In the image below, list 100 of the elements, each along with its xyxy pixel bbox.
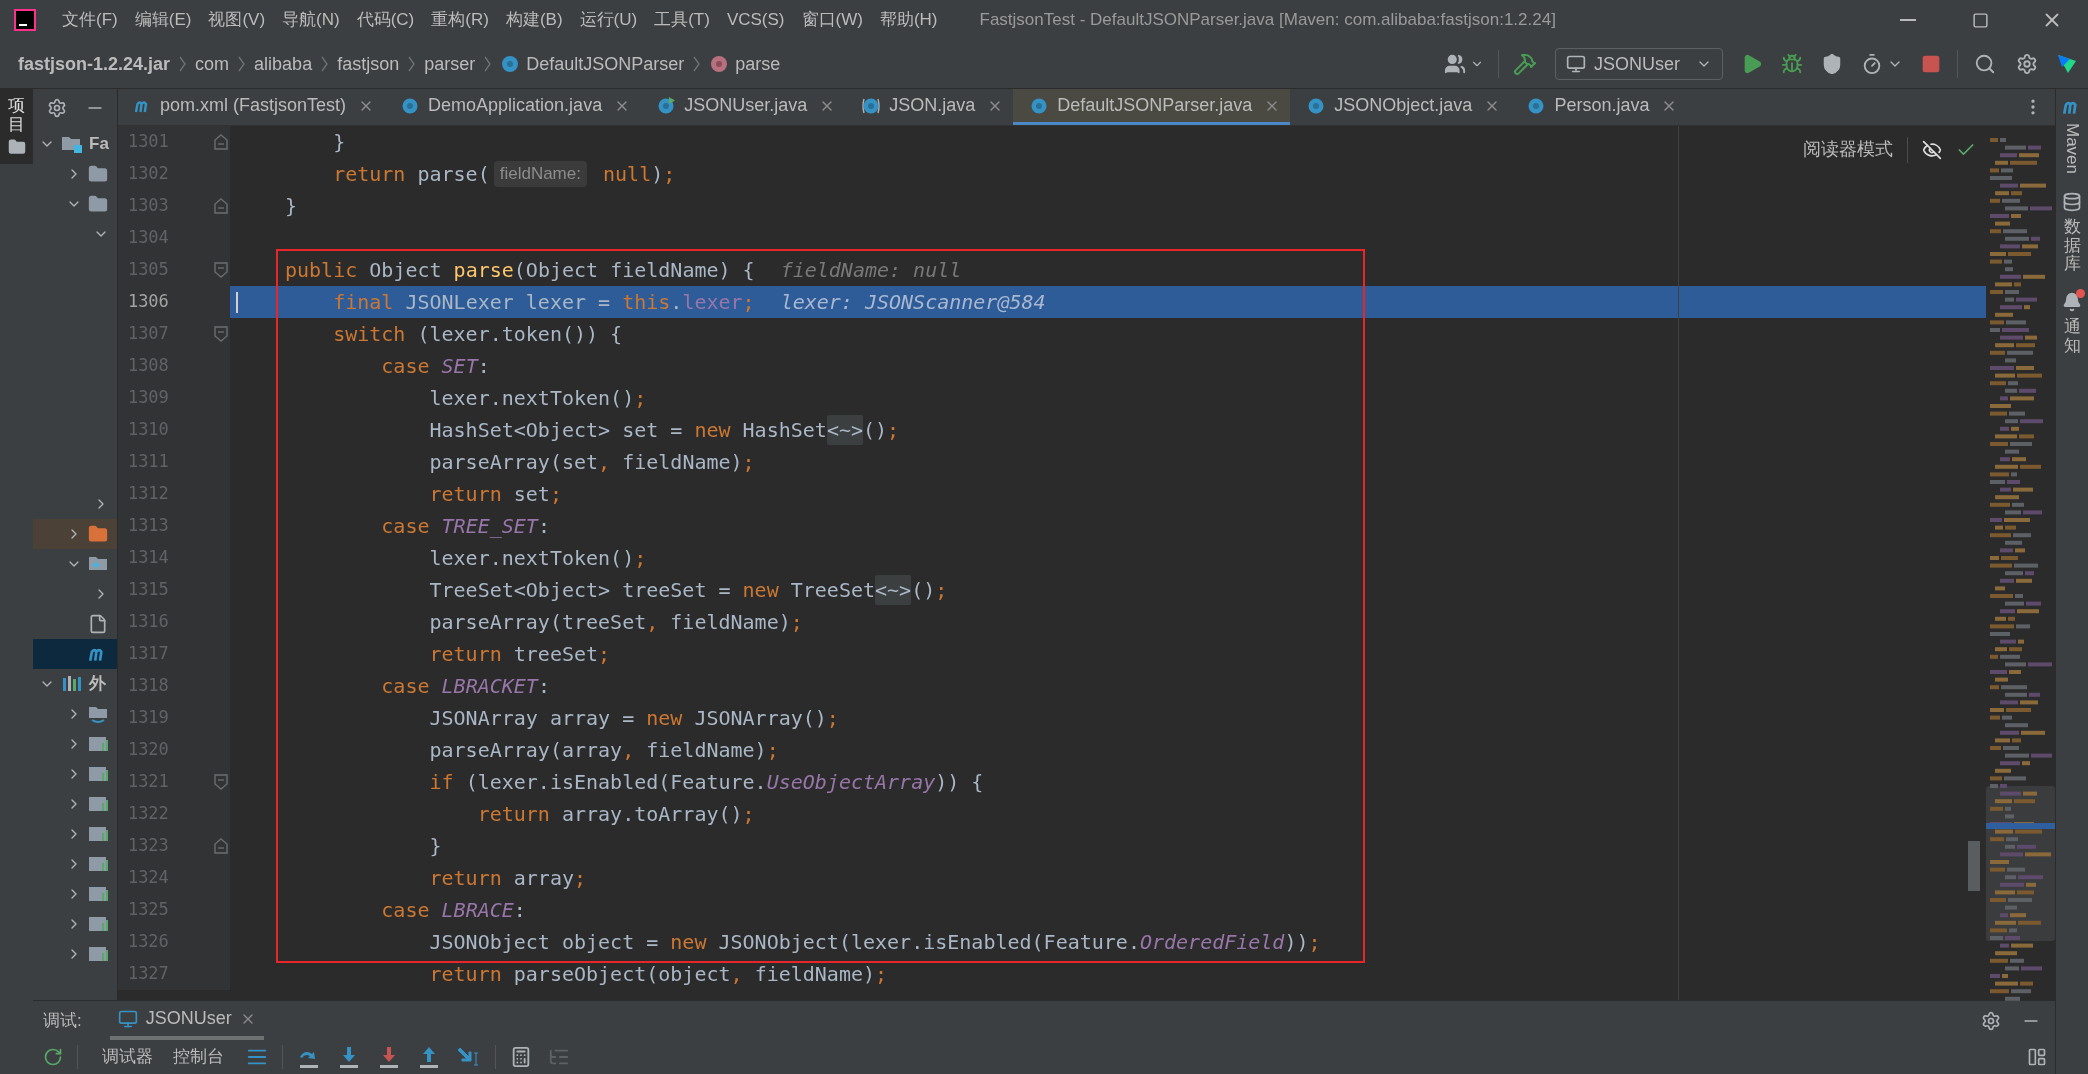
code-text: ();	[911, 577, 948, 604]
coverage-icon[interactable]	[1821, 53, 1843, 75]
window-icon	[1566, 54, 1586, 74]
code-text: return parseObject(object, fieldName);	[428, 961, 888, 988]
maximize-icon	[1971, 11, 1989, 29]
module-folder-icon	[61, 134, 83, 154]
debug-session-tab[interactable]: JSONUser	[109, 1001, 264, 1041]
window-title: FastjsonTest - DefaultJSONParser.java [Maven: com.alibaba:fastjson:1.2.24]	[979, 9, 1556, 32]
breadcrumb-item[interactable]: parse	[735, 50, 781, 78]
calculator-icon[interactable]	[510, 1046, 532, 1069]
folded-region[interactable]: <~>	[826, 415, 863, 445]
settings-icon[interactable]	[2016, 53, 2038, 75]
file-icon	[88, 614, 108, 634]
menu-item[interactable]: 代码(C)	[356, 7, 415, 33]
product-logo-icon[interactable]	[2056, 53, 2078, 75]
code-text: }	[428, 833, 442, 860]
code-text: parseArray(treeSet, fieldName);	[428, 609, 803, 636]
menu-item[interactable]: VCS(S)	[726, 7, 785, 33]
breadcrumb-separator-icon	[693, 56, 701, 72]
tree-item[interactable]: Fa	[33, 129, 117, 159]
fold-marker-icon[interactable]	[213, 774, 228, 790]
editor-tab[interactable]: DemoApplication.java	[384, 89, 641, 125]
breadcrumb-item[interactable]: alibaba	[254, 50, 313, 78]
code-text: return array;	[428, 865, 587, 892]
fold-marker-icon[interactable]	[213, 262, 228, 278]
jar-icon	[88, 794, 110, 814]
window-icon	[117, 1008, 138, 1029]
debug-value: fieldName: null	[780, 257, 962, 284]
editor-tab[interactable]: DefaultJSONParser.java	[1013, 89, 1291, 125]
folder-icon	[7, 138, 26, 157]
menu-item[interactable]: 工具(T)	[654, 7, 710, 33]
tool-window-tab[interactable]: Maven	[2059, 123, 2085, 175]
breadcrumb-item[interactable]: parser	[424, 50, 476, 78]
force-step-into-icon[interactable]	[377, 1045, 401, 1070]
tree-item[interactable]	[33, 519, 117, 549]
code-text: lexer.nextToken();	[428, 385, 647, 412]
library-icon	[61, 674, 83, 694]
breadcrumb-item[interactable]: DefaultJSONParser	[526, 50, 685, 78]
code-text: switch (lexer.token()) {	[332, 321, 623, 348]
breadcrumb-item[interactable]: fastjson-1.2.24.jar	[18, 50, 171, 78]
jar-icon	[88, 764, 110, 784]
stop-icon[interactable]	[1921, 54, 1941, 74]
editor-tab[interactable]: pom.xml (FastjsonTest)	[118, 89, 385, 125]
debug-tab[interactable]: 调试器	[92, 1044, 163, 1070]
step-into-icon[interactable]	[337, 1045, 361, 1070]
hammer-icon[interactable]	[1513, 52, 1537, 76]
scrollbar-thumb[interactable]	[1968, 841, 1980, 891]
editor-tab[interactable]: JSON.java	[845, 89, 1014, 125]
menu-item[interactable]: 导航(N)	[282, 7, 340, 33]
code-text: lexer.nextToken();	[428, 545, 647, 572]
code-text: if (lexer.isEnabled(Feature.UseObjectArray)) {	[428, 769, 984, 796]
tree-item-label[interactable]: 外	[89, 671, 106, 697]
menu-item[interactable]: 文件(F)	[62, 7, 118, 33]
tree-item-label[interactable]: Fa	[89, 131, 109, 157]
rerun-icon[interactable]	[43, 1047, 63, 1068]
folded-region[interactable]: <~>	[875, 575, 912, 605]
eye-off-icon[interactable]	[1922, 139, 1942, 160]
breadcrumb-item[interactable]: com	[195, 50, 230, 78]
database-icon[interactable]	[2062, 192, 2082, 213]
menu-item[interactable]: 窗口(W)	[801, 7, 863, 33]
code-text: TreeSet<Object> treeSet = new TreeSet	[428, 577, 876, 604]
code-text: HashSet<Object> set = new HashSet	[428, 417, 827, 444]
code-text: final JSONLexer lexer = this.lexer;	[332, 289, 755, 316]
menu-item[interactable]: 运行(U)	[579, 7, 638, 33]
step-out-icon[interactable]	[417, 1045, 441, 1070]
reader-mode-toggle[interactable]: 阅读器模式	[1803, 136, 1893, 163]
tree-item[interactable]	[33, 639, 117, 669]
menu-item[interactable]: 构建(B)	[505, 7, 563, 33]
menu-item[interactable]: 重构(R)	[431, 7, 489, 33]
editor-tab[interactable]: Person.java	[1510, 89, 1688, 125]
settings-icon[interactable]	[1981, 1010, 2001, 1031]
users-icon[interactable]	[1444, 53, 1466, 75]
fold-marker-icon[interactable]	[213, 326, 228, 342]
settings-icon[interactable]	[47, 97, 67, 118]
jar-icon	[88, 884, 110, 904]
menu-item[interactable]: 视图(V)	[208, 7, 266, 33]
bell-icon[interactable]	[2062, 292, 2082, 313]
code-text: }	[332, 129, 346, 156]
tree-item[interactable]: 外	[33, 669, 117, 699]
layout-icon[interactable]	[2027, 1047, 2047, 1068]
fold-marker-icon[interactable]	[213, 838, 228, 854]
code-text: JSONObject object = new JSONObject(lexer.isEnabled(Feature.OrderedField));	[428, 929, 1321, 956]
code-text: return set;	[428, 481, 562, 508]
tool-window-tab[interactable]: 通知	[2063, 318, 2081, 356]
editor-tab[interactable]: JSONUser.java	[640, 89, 846, 125]
fold-marker-icon[interactable]	[213, 198, 228, 214]
menu-item[interactable]: 帮助(H)	[879, 7, 938, 33]
fold-marker-icon[interactable]	[213, 134, 228, 150]
search-icon[interactable]	[1974, 53, 1996, 75]
run-configuration-dropdown[interactable]: JSONUser	[1555, 48, 1723, 80]
tool-window-tab[interactable]: 项目	[0, 89, 33, 165]
tool-window-tab[interactable]: 数据库	[2063, 218, 2081, 275]
editor-tab[interactable]: JSONObject.java	[1290, 89, 1511, 125]
debug-icon[interactable]	[1781, 53, 1803, 75]
breadcrumb-item[interactable]: fastjson	[337, 50, 400, 78]
menu-item[interactable]: 编辑(E)	[134, 7, 192, 33]
profile-icon[interactable]	[1861, 53, 1883, 75]
debug-tab[interactable]: 控制台	[163, 1044, 234, 1070]
code-text: JSONArray array = new JSONArray();	[428, 705, 839, 732]
code-text: null);	[602, 161, 676, 188]
